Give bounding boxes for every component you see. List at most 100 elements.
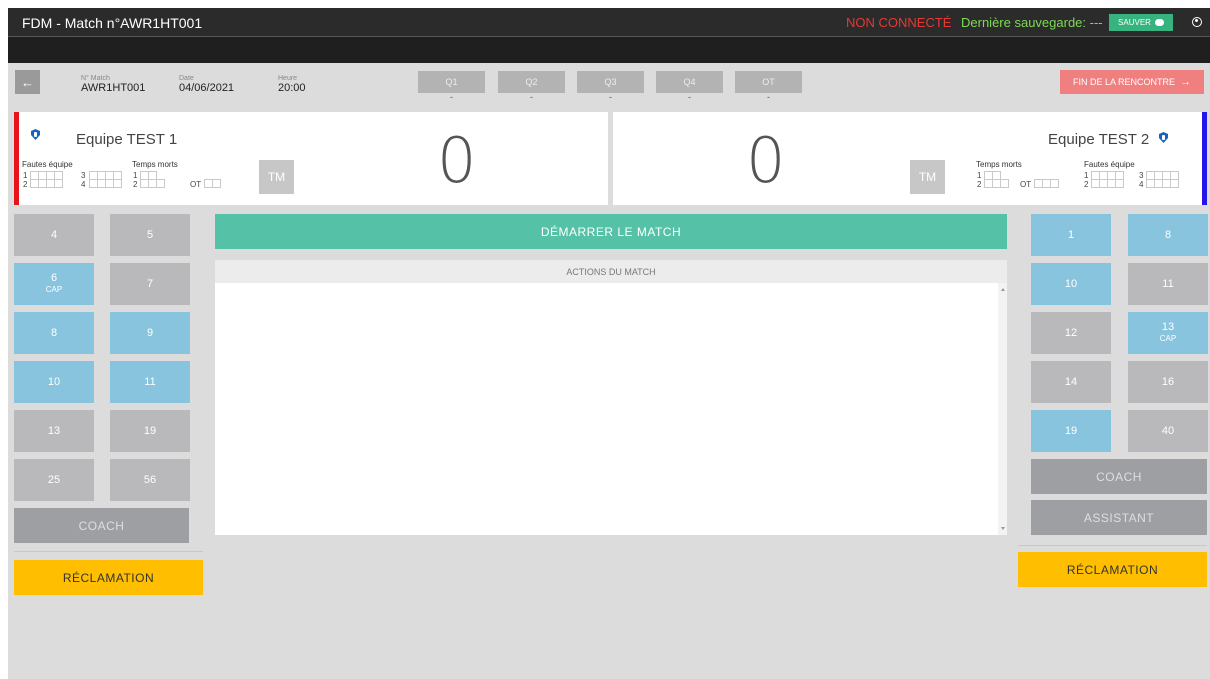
team2-player-button[interactable]: 10 [1031, 263, 1111, 305]
team2-fouls-q2-boxes [1091, 179, 1124, 188]
team1-timeouts-ot-label: OT [190, 180, 202, 189]
team1-fouls-row2: 2 [23, 180, 28, 189]
player-number: 14 [1064, 375, 1078, 388]
team1-claim-button[interactable]: RÉCLAMATION [14, 560, 203, 595]
team1-player-button[interactable]: 4 [14, 214, 94, 256]
team1-player-button[interactable]: 6 CAP [14, 263, 94, 305]
team2-timeouts-row1: 1 [977, 171, 982, 180]
captain-label: CAP [45, 285, 63, 294]
top-bar: FDM - Match n°AWR1HT001 NON CONNECTÉ Der… [8, 8, 1210, 36]
team2-player-button[interactable]: 12 [1031, 312, 1111, 354]
arrow-right-icon: → [1180, 76, 1191, 88]
team1-panel: Equipe TEST 1 0 Fautes équipe 1 2 3 4 Te… [14, 112, 608, 205]
period-q2-button[interactable]: Q2 [498, 71, 565, 93]
team2-score: 0 [746, 124, 786, 197]
user-account-icon[interactable] [1192, 17, 1202, 27]
player-number: 5 [146, 228, 154, 241]
team2-player-button[interactable]: 1 [1031, 214, 1111, 256]
team1-player-button[interactable]: 9 [110, 312, 190, 354]
team2-player-button[interactable]: 11 [1128, 263, 1208, 305]
team2-name: Equipe TEST 2 [1048, 131, 1150, 148]
team1-fouls-row1: 1 [23, 171, 28, 180]
last-save-status: Dernière sauvegarde: --- [961, 15, 1103, 30]
team2-fouls-row3: 3 [1139, 171, 1144, 180]
period-ot-button[interactable]: OT [735, 71, 802, 93]
team2-fouls-row2: 2 [1084, 180, 1089, 189]
period-q2-score: - [530, 92, 533, 102]
player-number: 19 [1064, 424, 1078, 437]
team2-coach-button[interactable]: COACH [1031, 459, 1207, 494]
team1-player-button[interactable]: 10 [14, 361, 94, 403]
team2-player-button[interactable]: 19 [1031, 410, 1111, 452]
team2-assistant-button[interactable]: ASSISTANT [1031, 500, 1207, 535]
team2-player-button[interactable]: 40 [1128, 410, 1208, 452]
start-match-button[interactable]: DÉMARRER LE MATCH [215, 214, 1007, 249]
save-button[interactable]: SAUVER [1109, 14, 1173, 31]
secondary-bar [8, 36, 1210, 63]
end-match-label: FIN DE LA RENCONTRE [1072, 77, 1175, 87]
player-number: 25 [47, 473, 61, 486]
captain-label: CAP [1159, 334, 1177, 343]
team1-fouls-q2-boxes [30, 179, 63, 188]
team1-score: 0 [437, 124, 477, 197]
player-number: 19 [143, 424, 157, 437]
team1-player-button[interactable]: 7 [110, 263, 190, 305]
team2-timeouts-ot-label: OT [1020, 180, 1032, 189]
team1-timeout-button[interactable]: TM [259, 160, 294, 194]
divider [14, 551, 203, 552]
player-number: 10 [47, 375, 61, 388]
player-number: 7 [146, 277, 154, 290]
match-actions-title: ACTIONS DU MATCH [215, 260, 1007, 283]
player-number: 12 [1064, 326, 1078, 339]
team1-player-button[interactable]: 13 [14, 410, 94, 452]
team1-coach-button[interactable]: COACH [14, 508, 189, 543]
team1-player-button[interactable]: 5 [110, 214, 190, 256]
period-q3-score: - [609, 92, 612, 102]
team1-fouls-row4: 4 [81, 180, 86, 189]
team2-player-button[interactable]: 8 [1128, 214, 1208, 256]
app-title: FDM - Match n°AWR1HT001 [22, 15, 203, 31]
team1-fouls-row3: 3 [81, 171, 86, 180]
period-ot-score: - [767, 92, 770, 102]
scroll-up-icon[interactable] [1001, 288, 1005, 291]
team1-name: Equipe TEST 1 [76, 131, 178, 148]
team1-player-button[interactable]: 25 [14, 459, 94, 501]
player-number: 11 [144, 375, 156, 388]
team2-timeout-button[interactable]: TM [910, 160, 945, 194]
team1-timeouts-row2: 2 [133, 180, 138, 189]
team2-player-button[interactable]: 13 CAP [1128, 312, 1208, 354]
player-number: 9 [146, 326, 154, 339]
team1-timeouts-label: Temps morts [132, 160, 178, 169]
connection-status: NON CONNECTÉ [846, 15, 952, 30]
period-q1-button[interactable]: Q1 [418, 71, 485, 93]
team1-player-button[interactable]: 8 [14, 312, 94, 354]
team1-player-button[interactable]: 19 [110, 410, 190, 452]
match-actions-log[interactable] [215, 283, 1007, 535]
team1-player-button[interactable]: 56 [110, 459, 190, 501]
team2-claim-button[interactable]: RÉCLAMATION [1018, 552, 1207, 587]
app-frame: FDM - Match n°AWR1HT001 NON CONNECTÉ Der… [8, 8, 1210, 679]
team2-panel: 0 Equipe TEST 2 TM Temps morts 1 2 OT Fa… [613, 112, 1207, 205]
team2-player-button[interactable]: 14 [1031, 361, 1111, 403]
period-q3-button[interactable]: Q3 [577, 71, 644, 93]
back-button[interactable]: ← [15, 70, 40, 94]
period-q4-button[interactable]: Q4 [656, 71, 723, 93]
team2-timeouts-label: Temps morts [976, 160, 1022, 169]
team1-player-button[interactable]: 11 [110, 361, 190, 403]
team2-fouls-row1: 1 [1084, 171, 1089, 180]
end-match-button[interactable]: FIN DE LA RENCONTRE → [1060, 70, 1204, 94]
period-q1-score: - [450, 92, 453, 102]
actions-scrollbar[interactable] [998, 283, 1007, 535]
scroll-down-icon[interactable] [1001, 527, 1005, 530]
player-number: 56 [143, 473, 157, 486]
match-date: 04/06/2021 [179, 82, 235, 94]
divider [1018, 545, 1207, 546]
period-q4-score: - [688, 92, 691, 102]
player-number: 4 [50, 228, 58, 241]
team2-player-button[interactable]: 16 [1128, 361, 1208, 403]
team1-fouls-label: Fautes équipe [22, 160, 73, 169]
player-number: 13 [1161, 321, 1175, 333]
team2-timeouts-ot-boxes [1034, 179, 1059, 188]
match-time: 20:00 [278, 82, 306, 94]
team2-fouls-row4: 4 [1139, 180, 1144, 189]
